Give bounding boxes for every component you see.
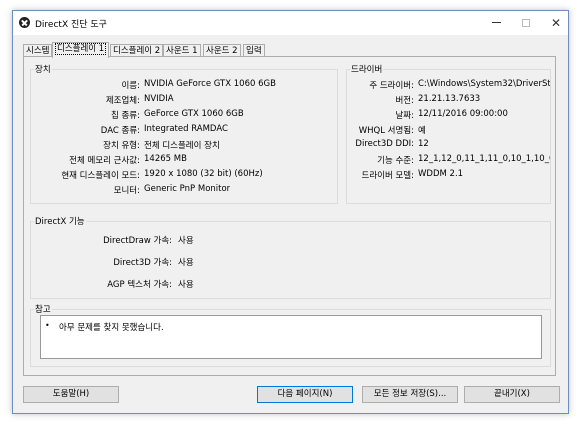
display-mode-value: 1920 x 1080 (32 bit) (60Hz): [144, 169, 263, 179]
directdraw-accel-label: DirectDraw 가속:: [103, 236, 172, 246]
notes-text-area[interactable]: • 아무 문제를 찾지 못했습니다.: [40, 315, 542, 359]
minimize-button[interactable]: [481, 11, 511, 35]
maximize-icon: [522, 18, 530, 27]
directx-app-icon: [19, 17, 30, 28]
direct3d-accel-label: Direct3D 가속:: [113, 258, 172, 268]
version-label: 버전:: [395, 96, 414, 106]
device-type-value: 전체 디스플레이 장치: [144, 141, 220, 151]
help-button[interactable]: 도움말(H): [23, 386, 119, 403]
manufacturer-label: 제조업체:: [105, 96, 140, 106]
minimize-icon: [491, 22, 501, 23]
whql-value: 예: [418, 126, 426, 136]
notes-group-title: 참고: [34, 303, 52, 315]
device-name-value: NVIDIA GeForce GTX 1060 6GB: [144, 79, 276, 89]
tab-display-1[interactable]: 디스플레이 1: [52, 42, 110, 58]
main-driver-value: C:\Windows\System32\DriverStore\: [418, 79, 550, 89]
main-driver-label: 주 드라이버:: [369, 81, 414, 91]
window-title: DirectX 진단 도구: [35, 20, 107, 30]
dac-type-value: Integrated RAMDAC: [144, 124, 228, 134]
device-group-title: 장치: [34, 63, 52, 75]
save-all-info-button[interactable]: 모든 정보 저장(S)...: [362, 386, 458, 403]
d3d-ddi-label: Direct3D DDI:: [355, 139, 414, 149]
notes-bullet: •: [45, 321, 50, 330]
next-page-button[interactable]: 다음 페이지(N): [257, 386, 353, 403]
date-value: 12/11/2016 09:00:00: [418, 109, 508, 119]
agp-texture-accel-label: AGP 텍스처 가속:: [107, 280, 172, 290]
close-icon: ✕: [550, 16, 562, 30]
version-value: 21.21.13.7633: [418, 94, 481, 104]
driver-group-title: 드라이버: [350, 63, 384, 75]
chip-type-label: 칩 종류:: [110, 111, 140, 121]
date-label: 날짜:: [395, 111, 414, 121]
whql-label: WHQL 서명됨:: [358, 126, 414, 136]
close-button[interactable]: ✕: [541, 11, 571, 35]
device-name-label: 이름:: [121, 81, 140, 91]
agp-texture-accel-value: 사용: [178, 280, 194, 290]
maximize-button: [511, 11, 541, 35]
chip-type-value: GeForce GTX 1060 6GB: [144, 109, 244, 119]
notes-text: 아무 문제를 찾지 못했습니다.: [59, 323, 164, 333]
display-tab-panel: 장치 이름: NVIDIA GeForce GTX 1060 6GB 제조업체:…: [23, 56, 556, 376]
device-type-label: 장치 유형:: [103, 141, 140, 151]
monitor-label: 모니터:: [113, 186, 140, 196]
driver-model-label: 드라이버 모델:: [361, 171, 415, 181]
total-memory-value: 14265 MB: [144, 154, 187, 164]
monitor-value: Generic PnP Monitor: [144, 184, 231, 194]
feature-level-value: 12_1,12_0,11_1,11_0,10_1,10_0,9_3,9_: [418, 154, 550, 164]
direct3d-accel-value: 사용: [178, 258, 194, 268]
manufacturer-value: NVIDIA: [144, 94, 174, 104]
directx-features-title: DirectX 기능: [34, 215, 86, 227]
dac-type-label: DAC 종류:: [100, 126, 140, 136]
display-mode-label: 현재 디스플레이 모드:: [61, 171, 140, 181]
driver-model-value: WDDM 2.1: [418, 169, 464, 179]
title-bar: DirectX 진단 도구 ✕: [13, 11, 568, 35]
total-memory-label: 전체 메모리 근사값:: [69, 156, 140, 166]
d3d-ddi-value: 12: [418, 139, 429, 149]
directdraw-accel-value: 사용: [178, 236, 194, 246]
directx-diag-window: DirectX 진단 도구 ✕ 시스템 디스플레이 1 디스플레이 2 사운드 …: [12, 10, 569, 414]
feature-level-label: 기능 수준:: [377, 156, 414, 166]
exit-button[interactable]: 끝내기(X): [464, 386, 560, 403]
